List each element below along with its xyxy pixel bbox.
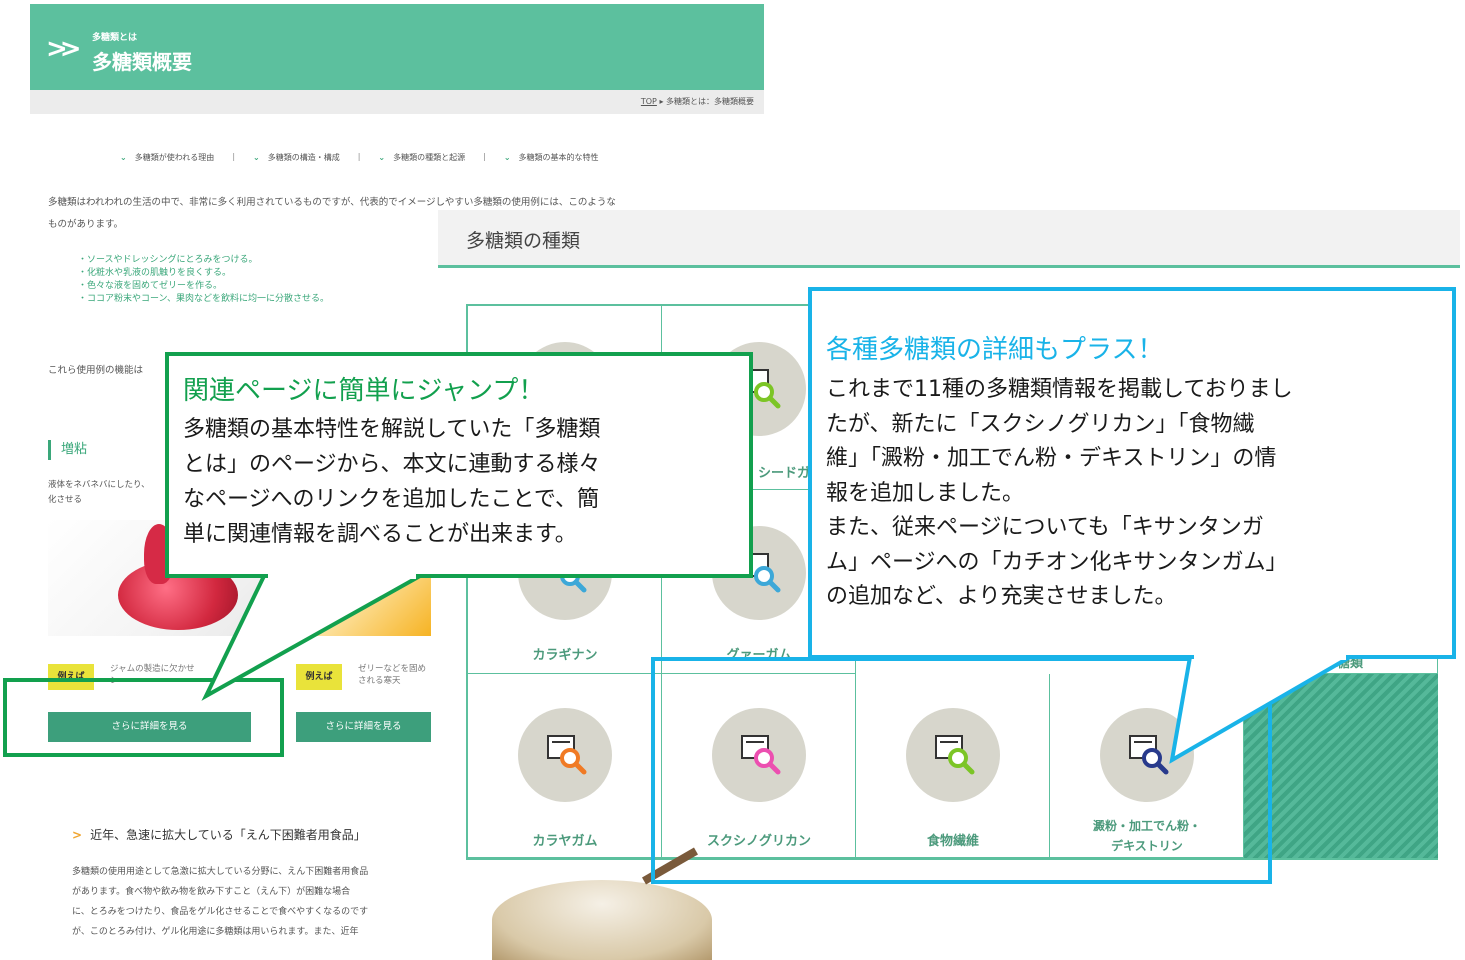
empty-hatched-cell	[1244, 674, 1438, 858]
porridge-photo	[492, 880, 712, 960]
chevron-down-icon: ⌄	[253, 153, 260, 162]
type-label: カラヤガム	[532, 834, 598, 849]
section-header: 多糖類の種類	[438, 210, 1460, 268]
list-item: ・ココア粉末やコーン、果肉などを飲料に均一に分散させる。	[78, 294, 330, 304]
usage-list: ・ソースやドレッシングにとろみをつける。 ・化粧水や乳液の肌触りを良くする。 ・…	[78, 254, 329, 306]
type-label: シードガ	[758, 466, 811, 481]
anchor-link[interactable]: ⌄ 多糖類の種類と起源	[378, 152, 465, 163]
see-more-button[interactable]: さらに詳細を見る	[296, 712, 431, 742]
type-label: カラギナン	[532, 648, 598, 663]
double-chevron-icon: >>	[46, 34, 81, 64]
list-item: ・ソースやドレッシングにとろみをつける。	[78, 255, 258, 265]
anchor-nav: ⌄ 多糖類が使われる理由 | ⌄ 多糖類の構造・構成 | ⌄ 多糖類の種類と起源 | …	[120, 152, 599, 163]
breadcrumb: TOP ▸ 多糖類とは：多糖類概要	[30, 90, 764, 114]
divider: |	[483, 152, 486, 161]
breadcrumb-trail: TOP ▸ 多糖類とは：多糖類概要	[641, 96, 754, 107]
callout-body: これまで11種の多糖類情報を掲載しておりまし たが、新たに「スクシノグリカン」「…	[826, 377, 1293, 609]
type-card-karaya-gum[interactable]: カラヤガム	[468, 674, 662, 858]
chevron-down-icon: ⌄	[503, 153, 511, 162]
example-badge: 例えば	[296, 664, 342, 690]
list-item: ・化粧水や乳液の肌触りを良くする。	[78, 268, 232, 278]
breadcrumb-separator: ▸	[659, 97, 664, 106]
breadcrumb-top-link[interactable]: TOP	[641, 97, 657, 106]
list-item: ・色々な液を固めてゼリーを作る。	[78, 281, 223, 291]
divider: |	[357, 152, 361, 161]
page-hero: >> 多糖類とは 多糖類概要	[30, 4, 764, 90]
callout-heading: 関連ページに簡単にジャンプ！	[183, 376, 545, 406]
section-description: 液体をネバネバにしたり、 化させる	[48, 480, 150, 505]
anchor-link[interactable]: ⌄ 多糖類が使われる理由	[120, 152, 214, 163]
callout-new-details: 各種多糖類の詳細もプラス！ これまで11種の多糖類情報を掲載しておりまし たが、…	[808, 287, 1456, 659]
example-text: ゼリーなどを固め される寒天	[358, 664, 427, 686]
anchor-link[interactable]: ⌄ 多糖類の構造・構成	[253, 152, 340, 163]
breadcrumb-current: 多糖類とは：多糖類概要	[666, 97, 754, 106]
chevron-down-icon: ⌄	[120, 153, 127, 162]
chevron-down-icon: ⌄	[378, 153, 386, 162]
page-title: 多糖類概要	[92, 50, 192, 74]
hero-subtitle: 多糖類とは	[92, 33, 138, 43]
subsection-heading: > 近年、急速に拡大している「えん下困難者用食品」	[72, 828, 366, 842]
callout-related-pages: 関連ページに簡単にジャンプ！ 多糖類の基本特性を解説していた「多糖類 とは」のペ…	[165, 352, 753, 578]
callout-body: 多糖類の基本特性を解説していた「多糖類 とは」のページから、本文に連動する様々 …	[183, 417, 601, 547]
section-title: 多糖類の種類	[466, 230, 581, 252]
anchor-link[interactable]: ⌄ 多糖類の基本的な特性	[504, 152, 599, 163]
divider: |	[232, 152, 236, 161]
highlight-frame-blue	[651, 657, 1272, 884]
callout-heading: 各種多糖類の詳細もプラス！	[826, 335, 1164, 365]
chevron-right-icon: >	[72, 828, 83, 842]
highlight-frame-green	[3, 678, 284, 757]
section-heading: 増粘	[48, 440, 87, 460]
subsection-text: 多糖類の使用用途として急激に拡大している分野に、えん下困難者用食品 があります。…	[72, 867, 369, 937]
body-text: これら使用例の機能は	[48, 365, 144, 376]
magnifier-icon	[547, 735, 587, 775]
